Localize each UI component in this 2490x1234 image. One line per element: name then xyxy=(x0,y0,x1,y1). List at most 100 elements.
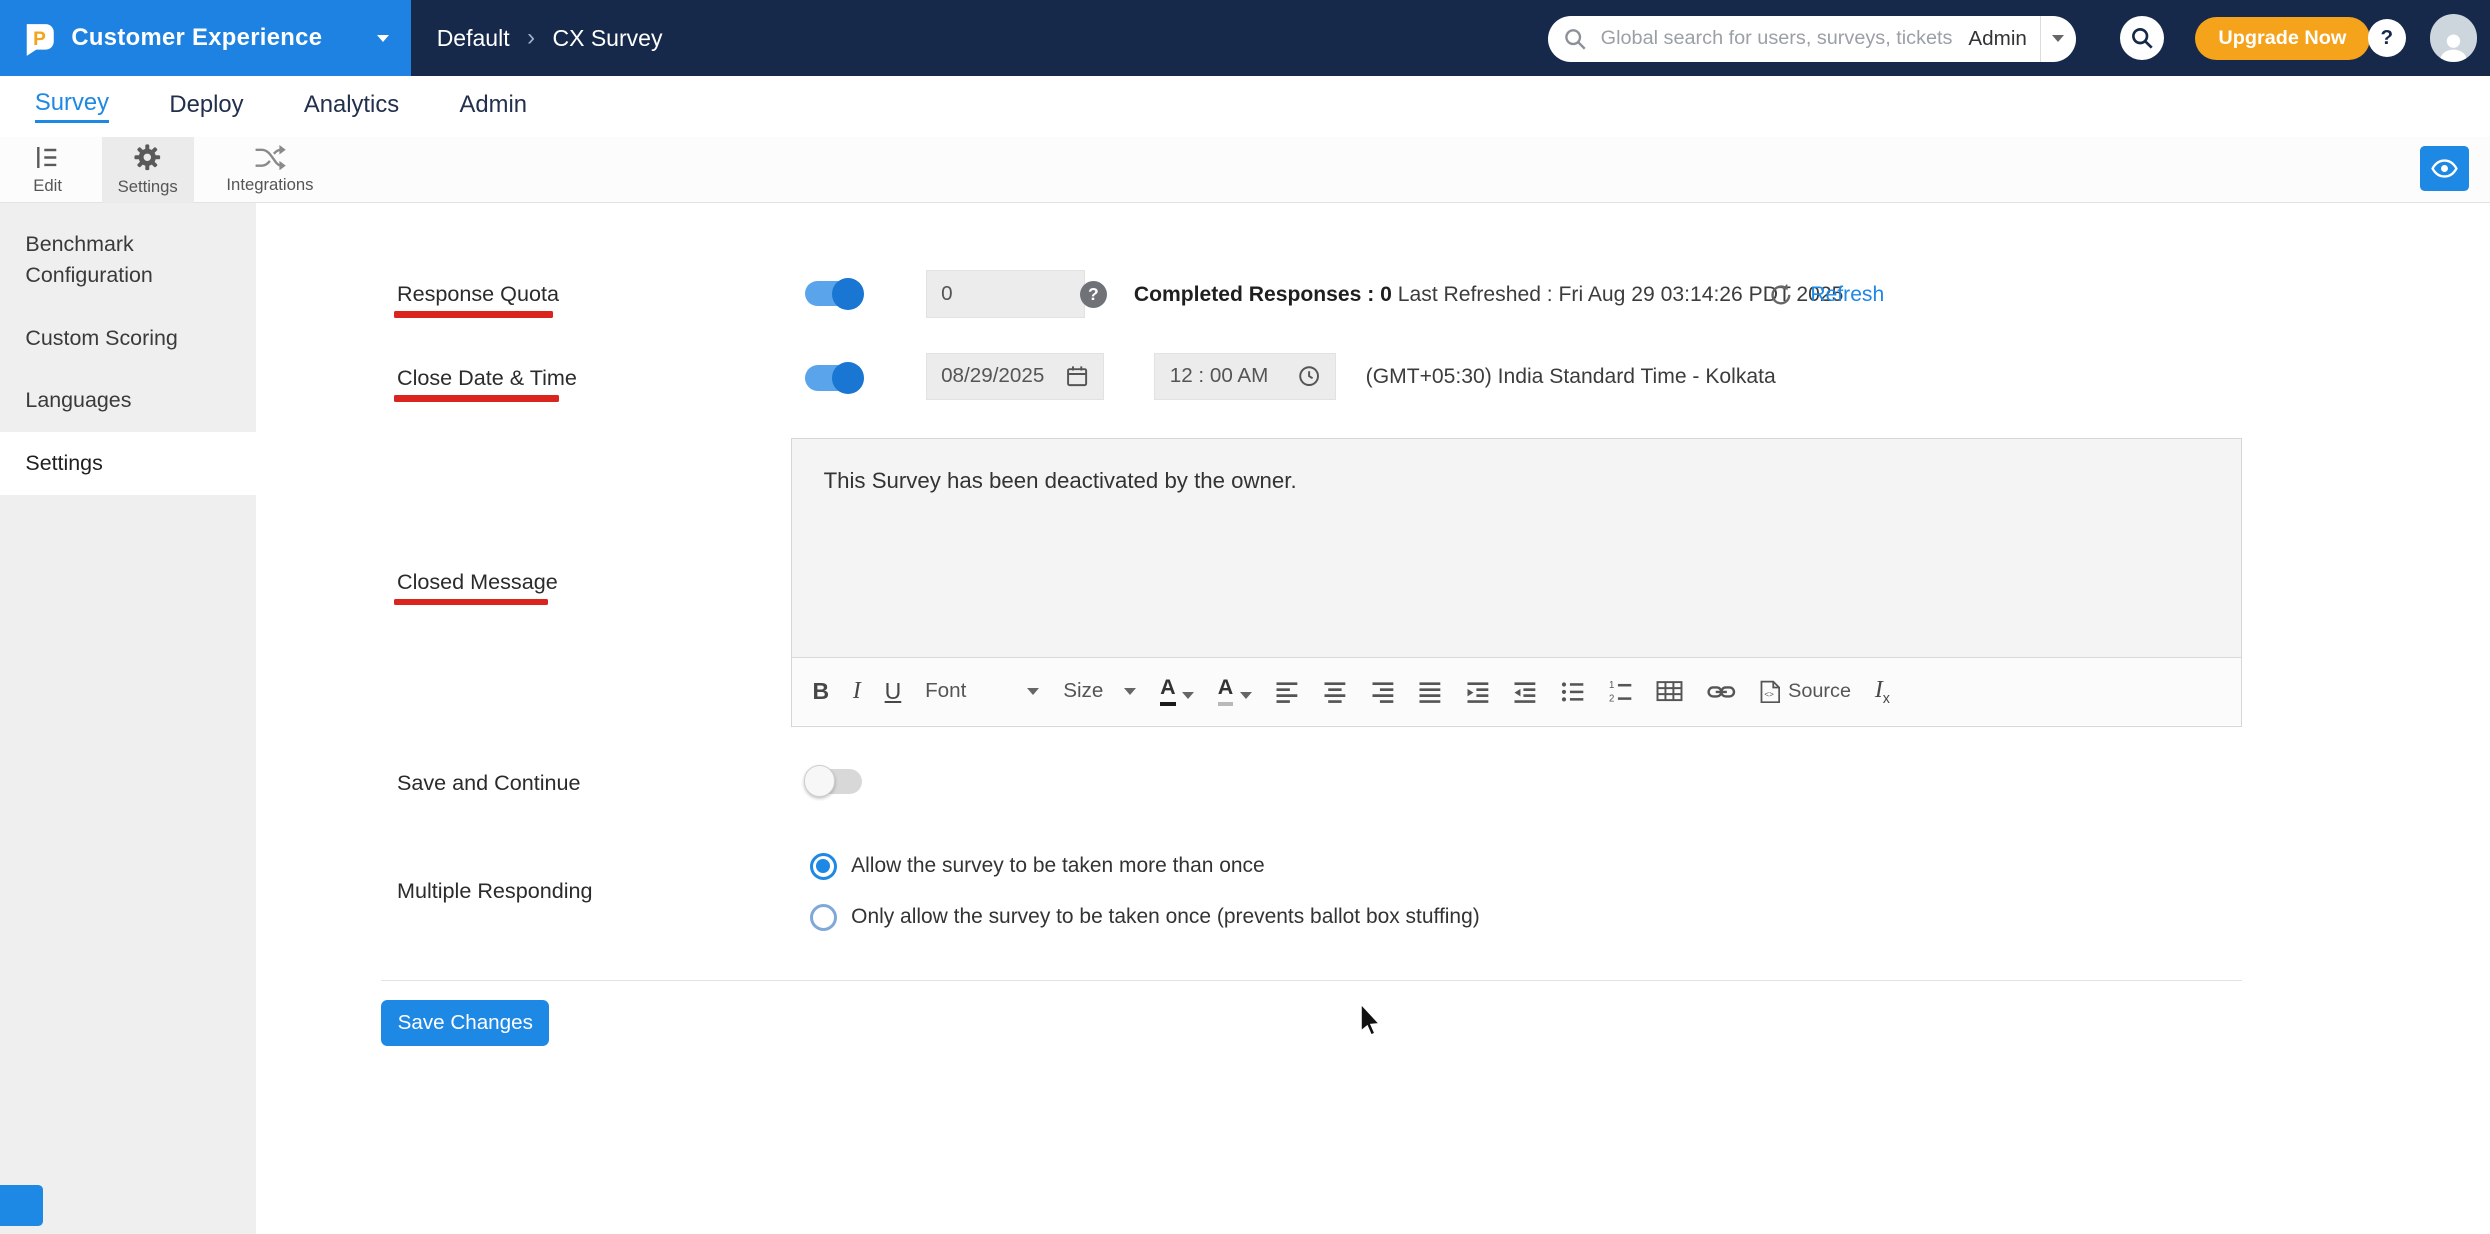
tab-deploy[interactable]: Deploy xyxy=(169,91,243,122)
toggle-knob xyxy=(832,362,864,394)
primary-nav: Survey Deploy Analytics Admin xyxy=(0,76,2490,137)
gear-icon xyxy=(134,144,161,171)
chevron-down-icon xyxy=(1239,692,1252,701)
background-color-button[interactable]: A xyxy=(1217,676,1252,706)
refresh-icon[interactable] xyxy=(1769,283,1793,314)
close-date-toggle[interactable] xyxy=(805,362,864,394)
response-quota-toggle[interactable] xyxy=(805,277,864,310)
response-quota-label: Response Quota xyxy=(397,281,559,307)
toolbar-integrations-label: Integrations xyxy=(226,174,314,194)
close-time-input[interactable]: 12 : 00 AM xyxy=(1154,352,1336,401)
chat-widget-tab[interactable] xyxy=(0,1184,43,1226)
rich-text-toolbar: B I U Font Size A A 1 2 <> Source Ix xyxy=(791,656,2242,726)
completed-responses-text: Completed Responses : 0 Last Refreshed :… xyxy=(1134,283,1844,307)
size-dropdown[interactable]: Size xyxy=(1063,679,1137,703)
background-color-icon: A xyxy=(1217,676,1234,706)
search-input[interactable] xyxy=(1597,25,1963,52)
align-justify-button[interactable] xyxy=(1418,680,1442,704)
radio-multiple-allowed[interactable] xyxy=(809,852,837,880)
radio-once-only[interactable] xyxy=(809,903,837,931)
underline-button[interactable]: U xyxy=(885,680,902,703)
indent-decrease-icon xyxy=(1514,681,1536,703)
clock-icon xyxy=(1298,365,1320,387)
chevron-down-icon xyxy=(1027,687,1040,696)
bullet-list-button[interactable] xyxy=(1561,680,1585,704)
global-search[interactable]: Admin xyxy=(1548,15,2076,62)
closed-message-textarea[interactable]: This Survey has been deactivated by the … xyxy=(791,439,2242,657)
remove-format-button[interactable]: Ix xyxy=(1875,675,1890,707)
svg-text:<>: <> xyxy=(1764,690,1774,699)
align-right-button[interactable] xyxy=(1371,680,1395,704)
save-and-continue-toggle[interactable] xyxy=(803,765,863,798)
sidebar-item-settings[interactable]: Settings xyxy=(0,432,256,496)
tab-admin[interactable]: Admin xyxy=(460,91,528,122)
integrations-icon xyxy=(255,144,286,171)
source-icon: <> xyxy=(1760,680,1780,703)
toolbar-edit[interactable]: Edit xyxy=(3,137,92,204)
response-quota-input[interactable] xyxy=(925,269,1085,318)
toolbar-integrations[interactable]: Integrations xyxy=(213,137,327,204)
breadcrumb-chevron-icon: › xyxy=(527,24,536,52)
topbar: P Customer Experience Default › CX Surve… xyxy=(0,0,2490,77)
refresh-link[interactable]: Refresh xyxy=(1810,283,1884,307)
avatar[interactable] xyxy=(2429,14,2478,62)
multiple-responding-label: Multiple Responding xyxy=(397,878,593,904)
form-divider xyxy=(381,979,2243,982)
questionpro-logo: P xyxy=(22,21,57,56)
indent-increase-button[interactable] xyxy=(1466,680,1490,704)
edit-icon xyxy=(37,147,57,169)
tab-survey[interactable]: Survey xyxy=(34,89,110,124)
chevron-down-icon xyxy=(2052,35,2065,44)
source-button[interactable]: <> Source xyxy=(1760,680,1851,704)
toolbar-edit-label: Edit xyxy=(33,175,62,195)
numbered-list-icon: 12 xyxy=(1609,680,1632,703)
font-dropdown[interactable]: Font xyxy=(925,679,1040,703)
align-justify-icon xyxy=(1419,681,1441,703)
sidebar-item-benchmark-configuration[interactable]: Benchmark Configuration xyxy=(0,213,256,307)
question-mark-icon[interactable]: ? xyxy=(1079,281,1107,309)
search-scope-dropdown[interactable] xyxy=(2039,15,2076,62)
align-center-button[interactable] xyxy=(1323,680,1347,704)
align-right-icon xyxy=(1372,681,1393,703)
preview-button[interactable] xyxy=(2420,146,2470,191)
sidebar-item-languages[interactable]: Languages xyxy=(0,370,256,433)
sidebar-item-custom-scoring[interactable]: Custom Scoring xyxy=(0,307,256,370)
user-icon xyxy=(2439,34,2467,62)
numbered-list-button[interactable]: 12 xyxy=(1609,680,1633,703)
close-date-input[interactable]: 08/29/2025 xyxy=(925,352,1104,401)
breadcrumb-survey[interactable]: CX Survey xyxy=(552,25,662,52)
align-center-icon xyxy=(1324,681,1346,703)
annotation-underline xyxy=(393,395,559,402)
search-icon xyxy=(2132,28,2153,49)
save-changes-button[interactable]: Save Changes xyxy=(381,1000,550,1047)
timezone-text: (GMT+05:30) India Standard Time - Kolkat… xyxy=(1365,365,1776,389)
close-date-label: Close Date & Time xyxy=(397,365,577,391)
save-and-continue-label: Save and Continue xyxy=(397,770,581,796)
radio-once-only-label: Only allow the survey to be taken once (… xyxy=(851,905,1480,929)
annotation-underline xyxy=(393,598,548,606)
search-button[interactable] xyxy=(2119,15,2165,61)
insert-table-button[interactable] xyxy=(1656,680,1683,702)
radio-multiple-allowed-label: Allow the survey to be taken more than o… xyxy=(851,854,1265,878)
close-time-value: 12 : 00 AM xyxy=(1169,364,1269,388)
insert-link-button[interactable] xyxy=(1707,684,1736,700)
breadcrumb-folder[interactable]: Default xyxy=(437,25,510,52)
toolbar-settings[interactable]: Settings xyxy=(101,136,194,204)
product-name: Customer Experience xyxy=(71,24,323,52)
align-left-button[interactable] xyxy=(1275,680,1299,704)
help-button[interactable]: ? xyxy=(2367,19,2406,58)
text-color-button[interactable]: A xyxy=(1160,676,1194,706)
chevron-down-icon xyxy=(1124,687,1137,696)
product-switcher[interactable]: P Customer Experience xyxy=(0,0,412,77)
breadcrumb: Default › CX Survey xyxy=(437,0,663,76)
bold-button[interactable]: B xyxy=(812,680,829,703)
toolbar-settings-label: Settings xyxy=(117,176,178,196)
italic-button[interactable]: I xyxy=(853,679,861,704)
bullet-list-icon xyxy=(1562,681,1584,701)
upgrade-button[interactable]: Upgrade Now xyxy=(2194,17,2371,61)
indent-decrease-button[interactable] xyxy=(1513,680,1537,704)
chevron-down-icon xyxy=(1181,692,1194,701)
tab-analytics[interactable]: Analytics xyxy=(304,91,399,122)
chevron-down-icon xyxy=(377,34,390,43)
source-button-label: Source xyxy=(1788,679,1851,702)
